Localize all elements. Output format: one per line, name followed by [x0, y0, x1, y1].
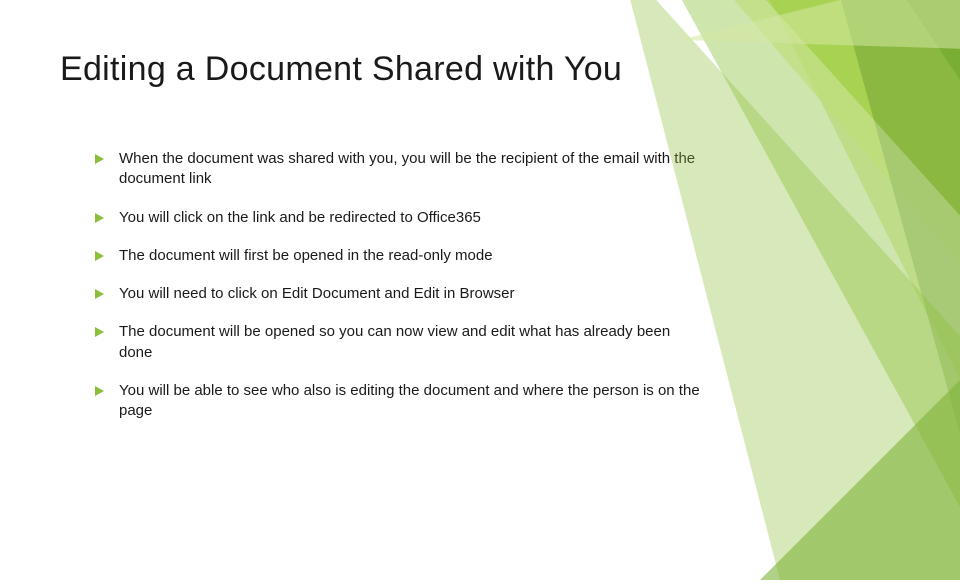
list-item: You will click on the link and be redire… — [95, 208, 705, 228]
list-item: When the document was shared with you, y… — [95, 149, 705, 190]
bullet-list: When the document was shared with you, y… — [95, 149, 705, 421]
list-item: You will need to click on Edit Document … — [95, 284, 705, 304]
list-item: The document will be opened so you can n… — [95, 322, 705, 363]
list-item: You will be able to see who also is edit… — [95, 381, 705, 422]
slide-container: Editing a Document Shared with You When … — [0, 0, 960, 540]
list-item: The document will first be opened in the… — [95, 246, 705, 266]
slide-title: Editing a Document Shared with You — [60, 50, 900, 89]
